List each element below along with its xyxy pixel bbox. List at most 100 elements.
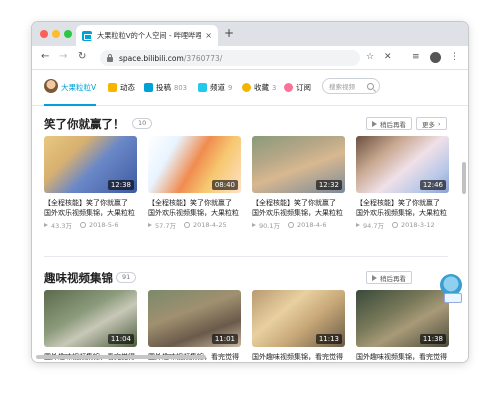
nav-label: 频道 <box>210 83 225 92</box>
clock-icon <box>79 222 86 228</box>
video-meta: 57.7万 2018-4-25 <box>148 220 241 230</box>
browser-tab[interactable]: 大果粒粒V的个人空间 - 哔哩哔哩 × <box>76 25 218 46</box>
search-input[interactable]: 搜索视频 <box>322 78 380 94</box>
chevron-right-icon: › <box>438 119 441 128</box>
video-duration: 12:32 <box>315 180 342 190</box>
avatar[interactable] <box>44 79 58 93</box>
section-divider <box>44 256 448 257</box>
nav-channels[interactable]: 频道 9 <box>198 82 232 93</box>
play-count-icon <box>148 223 152 227</box>
video-duration: 12:46 <box>419 180 446 190</box>
space-nav: 大果粒粒V 动态 投稿 803 频道 9 收藏 3 订阅 搜索视频 <box>32 70 468 106</box>
channel-section: 趣味视频集锦 91 稍后再看 11:04 国外趣味视频集锦，看完觉得整个世界都是… <box>44 270 449 362</box>
clock-icon <box>287 222 294 228</box>
menu-icon[interactable]: ⋮ <box>450 52 459 62</box>
minimize-window-button[interactable] <box>52 30 60 38</box>
nav-dynamic[interactable]: 动态 <box>108 82 135 93</box>
browser-toolbar: ← → ↻ space.bilibili.com/3760773/ ☆ ✕ ≡ … <box>32 46 468 70</box>
reading-list-icon[interactable]: ≡ <box>412 52 420 62</box>
lock-icon <box>107 53 113 62</box>
forward-button[interactable]: → <box>59 51 67 62</box>
upload-date: 2018-3-12 <box>400 221 435 229</box>
video-thumbnail[interactable]: 11:38 <box>356 290 449 347</box>
maximize-window-button[interactable] <box>64 30 72 38</box>
video-title[interactable]: 国外趣味视频集锦，看完觉得整个世界都是那么欢乐！#87 <box>356 352 449 362</box>
play-icon <box>372 274 377 281</box>
video-duration: 08:40 <box>211 180 238 190</box>
video-meta: 94.7万 2018-3-12 <box>356 220 449 230</box>
video-title[interactable]: 【全程核能】笑了你就赢了 国外欢乐视频集锦，大果粒粒 <box>148 198 241 218</box>
play-count-icon <box>44 223 48 227</box>
nav-count: 9 <box>228 83 233 92</box>
video-thumbnail[interactable]: 11:01 <box>148 290 241 347</box>
favorites-icon <box>242 83 251 92</box>
video-duration: 11:04 <box>107 334 134 344</box>
search-placeholder: 搜索视频 <box>329 83 355 91</box>
vertical-scrollbar[interactable] <box>462 162 466 194</box>
clock-icon <box>183 222 190 228</box>
uploads-icon <box>144 83 153 92</box>
nav-label: 订阅 <box>296 83 311 92</box>
nav-count: 803 <box>174 83 187 92</box>
play-count: 57.7万 <box>155 222 176 230</box>
nav-uploads[interactable]: 投稿 803 <box>144 82 187 93</box>
close-window-button[interactable] <box>40 30 48 38</box>
watch-later-label: 稍后再看 <box>380 120 406 129</box>
url-path: /3760773/ <box>183 53 223 63</box>
play-count: 94.7万 <box>363 222 384 230</box>
play-count-icon <box>252 223 256 227</box>
video-thumbnail[interactable]: 08:40 <box>148 136 241 193</box>
nav-label: 投稿 <box>156 83 171 92</box>
mascot-tag-icon <box>444 293 462 303</box>
star-icon[interactable]: ☆ <box>366 52 374 62</box>
video-thumbnail[interactable]: 11:13 <box>252 290 345 347</box>
url-host: space.bilibili.com <box>119 53 184 63</box>
watch-later-label: 稍后再看 <box>380 274 406 283</box>
section-count-badge: 10 <box>132 118 153 129</box>
upload-date: 2018-4-25 <box>192 221 227 229</box>
tab-title: 大果粒粒V的个人空间 - 哔哩哔哩 <box>97 30 202 40</box>
tab-strip: 大果粒粒V的个人空间 - 哔哩哔哩 × + <box>32 22 468 46</box>
nav-subscriptions[interactable]: 订阅 <box>284 82 311 93</box>
video-title[interactable]: 国外趣味视频集锦，看完觉得整个世界都是那么欢乐！#88 <box>252 352 345 362</box>
watch-later-button[interactable]: 稍后再看 <box>366 271 412 284</box>
upload-date: 2018-4-6 <box>296 221 327 229</box>
heart-icon <box>284 83 293 92</box>
channel-section: 笑了你就赢了！ 10 稍后再看 更多 › 12:38 【全程核能】笑了你就赢了 … <box>44 116 449 296</box>
video-duration: 12:38 <box>107 180 134 190</box>
extension-icon[interactable]: ✕ <box>384 52 392 62</box>
active-tab-indicator <box>44 104 96 106</box>
new-tab-button[interactable]: + <box>224 26 234 40</box>
clock-icon <box>391 222 398 228</box>
horizontal-scrollbar[interactable] <box>36 355 206 359</box>
nav-label: 收藏 <box>254 83 269 92</box>
video-duration: 11:38 <box>419 334 446 344</box>
play-count-icon <box>356 223 360 227</box>
profile-icon[interactable] <box>430 52 441 63</box>
nav-count: 3 <box>272 83 277 92</box>
section-title: 趣味视频集锦 <box>44 271 113 285</box>
section-title: 笑了你就赢了！ <box>44 117 125 131</box>
reload-button[interactable]: ↻ <box>78 51 86 62</box>
nav-home[interactable]: 大果粒粒V <box>61 82 96 93</box>
more-button[interactable]: 更多 › <box>416 117 447 130</box>
tab-close-icon[interactable]: × <box>205 31 212 40</box>
video-thumbnail[interactable]: 12:46 <box>356 136 449 193</box>
address-bar[interactable]: space.bilibili.com/3760773/ <box>100 50 360 66</box>
video-thumbnail[interactable]: 12:38 <box>44 136 137 193</box>
video-thumbnail[interactable]: 12:32 <box>252 136 345 193</box>
watch-later-button[interactable]: 稍后再看 <box>366 117 412 130</box>
upload-date: 2018-5-6 <box>88 221 119 229</box>
video-title[interactable]: 【全程核能】笑了你就赢了 国外欢乐视频集锦，大果粒粒 <box>252 198 345 218</box>
play-count: 90.1万 <box>259 222 280 230</box>
search-icon[interactable] <box>367 82 374 90</box>
nav-favorites[interactable]: 收藏 3 <box>242 82 276 93</box>
play-icon <box>372 120 377 127</box>
video-thumbnail[interactable]: 11:04 <box>44 290 137 347</box>
video-title[interactable]: 【全程核能】笑了你就赢了 国外欢乐视频集锦，大果粒粒 <box>356 198 449 218</box>
back-button[interactable]: ← <box>41 51 49 62</box>
video-title[interactable]: 【全程核能】笑了你就赢了 国外欢乐视频集锦，大果粒粒 <box>44 198 137 218</box>
video-meta: 90.1万 2018-4-6 <box>252 220 345 230</box>
nav-label: 动态 <box>120 83 135 92</box>
browser-window: 大果粒粒V的个人空间 - 哔哩哔哩 × + ← → ↻ space.bilibi… <box>32 22 468 362</box>
